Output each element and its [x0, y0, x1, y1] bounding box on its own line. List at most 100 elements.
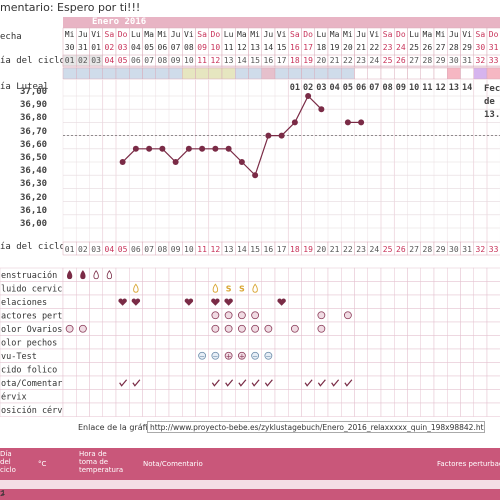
symptom-row-label: érvix [1, 392, 27, 403]
date-label: 12 [237, 43, 247, 52]
bottom-day-label: 08 [158, 245, 168, 254]
temp-point [146, 145, 153, 152]
date-label: 23 [383, 43, 393, 52]
date-label: 28 [449, 43, 459, 52]
bottom-day-label: 15 [250, 245, 260, 254]
date-label: 22 [370, 43, 380, 52]
bottom-day-label: 02 [78, 245, 88, 254]
temp-point [119, 159, 126, 165]
temp-point [185, 145, 192, 152]
temp-point [132, 145, 139, 152]
cycle-band-cell [208, 67, 223, 80]
cycle-band-cell [420, 67, 435, 80]
cycle-day-label: 05 [118, 56, 128, 65]
cervical-fluid-s-icon: S [226, 284, 232, 293]
luteal-day-label: 09 [396, 83, 406, 93]
cycle-band-cell [314, 67, 329, 80]
chart-grid: Mi3001Ju3102Vi0103Sa0204Do0305Lu0406Ma05… [0, 27, 500, 417]
date-label: 13 [250, 43, 260, 52]
factor-circle-icon [264, 324, 273, 333]
luteal-day-label: 12 [436, 83, 446, 93]
cycle-day-label: 02 [78, 56, 88, 65]
luteal-day-label: 04 [330, 83, 340, 93]
weekday-label: Mi [343, 30, 353, 39]
bottom-day-label: 25 [383, 245, 393, 254]
cycle-day-label: 28 [423, 56, 433, 65]
cycle-day-label: 10 [184, 56, 194, 65]
bottom-day-label: 32 [476, 245, 486, 254]
bottom-day-label: 05 [118, 245, 128, 254]
cycle-day-label: 26 [396, 56, 406, 65]
luteal-day-label: 07 [369, 83, 379, 93]
bottom-day-label: 09 [171, 245, 181, 254]
date-label: 10 [211, 43, 221, 52]
cycle-band-cell [447, 67, 461, 80]
temp-point [358, 119, 365, 126]
weekday-label: Ju [449, 30, 459, 39]
cycle-band-cell [327, 67, 342, 80]
cycle-band-cell [102, 67, 117, 80]
cycle-band-cell [155, 67, 170, 80]
bottom-day-label: 33 [489, 245, 499, 254]
weekday-label: Do [489, 30, 499, 39]
chart-link-field[interactable]: http://www.proyecto-bebe.es/zyklustagebu… [147, 421, 485, 433]
temp-axis-label: 36,90 [20, 100, 48, 111]
date-label: 20 [343, 43, 353, 52]
cycle-day-label: 13 [224, 56, 234, 65]
cycle-day-label: 19 [303, 56, 313, 65]
cycle-day-label: 22 [343, 56, 353, 65]
weekday-label: Lu [317, 30, 327, 39]
bottom-day-label: 19 [303, 245, 313, 254]
th-day: Día del ciclo [0, 450, 16, 474]
temp-axis-label: 36,30 [20, 179, 48, 190]
factor-circle-icon [224, 311, 233, 320]
weekday-label: Mi [436, 30, 446, 39]
ovulation-test-sign: − [212, 352, 218, 360]
symptom-row-label: osición cérvi [1, 405, 68, 416]
data-table-header: Día del ciclo °C Hora de toma de tempera… [0, 448, 500, 500]
date-label: 18 [317, 43, 327, 52]
bottom-day-label: 16 [264, 245, 274, 254]
weekday-label: Sa [290, 30, 300, 39]
date-label: 06 [158, 43, 168, 52]
weekday-label: Vi [462, 30, 472, 39]
side-note-text: de [484, 97, 495, 107]
factor-circle-icon [251, 311, 260, 320]
weekday-label: Ma [330, 30, 340, 39]
cycle-day-label: 01 [65, 56, 75, 65]
bottom-day-label: 13 [224, 245, 234, 254]
weekday-label: Ma [237, 30, 247, 39]
cycle-day-label: 03 [91, 56, 101, 65]
cycle-day-label: 07 [144, 56, 154, 65]
cycle-day-label: 33 [489, 56, 499, 65]
bottom-day-label: 07 [144, 245, 154, 254]
cycle-band-cell [235, 67, 249, 80]
cycle-band-cell [473, 67, 488, 80]
date-label: 17 [303, 43, 313, 52]
cycle-day-label: 21 [330, 56, 340, 65]
weekday-label: Lu [224, 30, 234, 39]
ovulation-test-sign: + [226, 352, 232, 360]
factor-circle-icon [251, 324, 260, 333]
luteal-day-label: 02 [303, 83, 313, 93]
temp-axis-label: 36,00 [20, 219, 48, 229]
cycle-day-label: 12 [211, 56, 221, 65]
cycle-day-label: 16 [264, 56, 274, 65]
date-label: 24 [396, 43, 406, 52]
cycle-day-label: 17 [277, 56, 287, 65]
temp-point [252, 172, 259, 179]
date-label: 16 [290, 43, 300, 52]
ovulation-test-sign: + [239, 352, 245, 360]
date-label: 31 [489, 43, 499, 52]
temp-point [172, 159, 179, 165]
bottom-day-label: 29 [436, 245, 446, 254]
cycle-day-label: 04 [105, 56, 115, 65]
luteal-day-label: 11 [422, 83, 432, 93]
factor-circle-icon [317, 324, 326, 333]
cycle-day-label: 15 [250, 56, 260, 65]
weekday-label: Lu [409, 30, 419, 39]
temp-point [344, 119, 351, 126]
ovulation-test-sign: − [252, 352, 258, 360]
bottom-day-label: 27 [409, 245, 419, 254]
temp-point [225, 145, 232, 152]
